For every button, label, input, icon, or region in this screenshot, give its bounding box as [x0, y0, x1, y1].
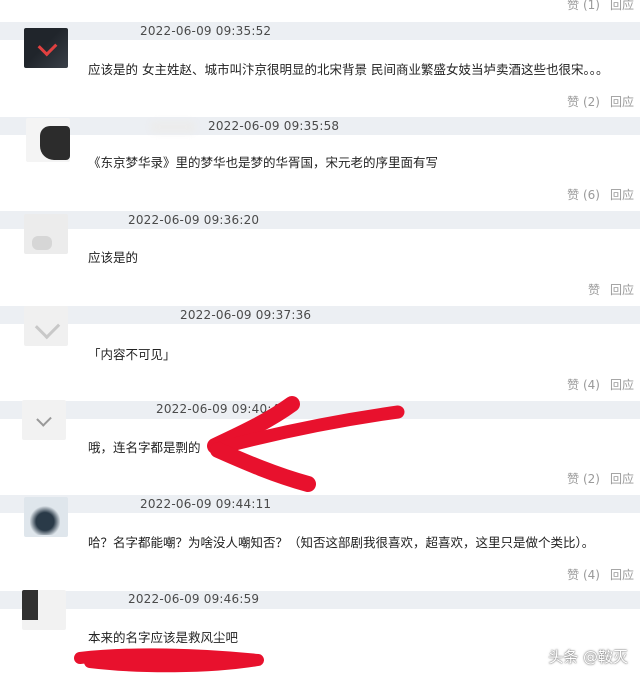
comment-timestamp: 2022-06-09 09:37:36	[180, 308, 312, 322]
comment-header-bar	[0, 306, 640, 324]
comment-text: 哦，连名字都是剽的	[88, 440, 201, 455]
comment-text: 《东京梦华录》里的梦华也是梦的华胥国，宋元老的序里面有写	[88, 155, 439, 170]
red-annotation-layer	[74, 396, 405, 673]
comment-text: 应该是的 女主姓赵、城市叫汴京很明显的北宋背景 民间商业繁盛女妓当垆卖酒这些也很…	[88, 62, 609, 77]
watermark: 头条 @鞍灭	[548, 648, 628, 666]
reply-button[interactable]: 回应	[610, 472, 634, 486]
comment-text: 「内容不可见」	[88, 347, 176, 362]
red-underline-annotation	[74, 648, 264, 673]
comment-actions: 赞 (4) 回应	[563, 376, 634, 393]
reply-button[interactable]: 回应	[610, 188, 634, 202]
avatar[interactable]	[26, 118, 70, 162]
avatar[interactable]	[24, 214, 68, 254]
comment-header-bar	[0, 22, 640, 40]
avatar-image-icon	[30, 505, 60, 535]
red-arrow-annotation	[210, 442, 316, 492]
avatar[interactable]	[22, 400, 66, 440]
avatar[interactable]	[22, 590, 66, 630]
avatar-image-icon	[22, 590, 38, 620]
comment-text: 哈？名字都能嘲？为啥没人嘲知否？（知否这部剧我很喜欢，超喜欢，这里只是做个类比）…	[88, 535, 595, 550]
avatar-image-icon	[36, 411, 52, 427]
avatar[interactable]	[24, 306, 68, 346]
prev-comment-actions: 赞 (1) 回应	[563, 0, 634, 13]
top-action-bar	[0, 0, 640, 8]
like-button[interactable]: 赞 (6)	[567, 188, 600, 202]
like-button[interactable]: 赞 (2)	[567, 472, 600, 486]
like-button[interactable]: 赞 (4)	[567, 378, 600, 392]
comment-timestamp: 2022-06-09 09:36:20	[128, 213, 260, 227]
comment-actions: 赞 (2) 回应	[563, 93, 634, 110]
comment-timestamp: 2022-06-09 09:46:59	[128, 592, 260, 606]
like-button[interactable]: 赞 (1)	[567, 0, 600, 12]
avatar-image-icon	[40, 126, 70, 160]
avatar[interactable]	[24, 497, 68, 537]
reply-button[interactable]: 回应	[610, 568, 634, 582]
comment-text: 本来的名字应该是救风尘吧	[88, 630, 239, 645]
comment-actions: 赞 (6) 回应	[563, 186, 634, 203]
comment-actions: 赞回应	[584, 281, 634, 298]
comment-actions: 赞 (4) 回应	[563, 566, 634, 583]
comment-header-bar	[0, 211, 640, 229]
comment-timestamp: 2022-06-09 09:35:58	[208, 119, 340, 133]
like-button[interactable]: 赞 (4)	[567, 568, 600, 582]
comment-timestamp: 2022-06-09 09:40:46	[156, 402, 288, 416]
avatar-image-icon	[32, 236, 52, 250]
redacted-username	[150, 121, 196, 133]
reply-button[interactable]: 回应	[610, 378, 634, 392]
comment-header-bar	[0, 495, 640, 513]
comment-header-bar	[0, 401, 640, 419]
like-button[interactable]: 赞	[588, 283, 600, 297]
comment-header-bar	[0, 591, 640, 609]
comment-timestamp: 2022-06-09 09:44:11	[140, 497, 272, 511]
reply-button[interactable]: 回应	[610, 283, 634, 297]
comment-text: 应该是的	[88, 250, 139, 265]
like-button[interactable]: 赞 (2)	[567, 95, 600, 109]
comment-actions: 赞 (2) 回应	[563, 470, 634, 487]
avatar-image-icon	[34, 313, 61, 340]
reply-button[interactable]: 回应	[610, 0, 634, 12]
reply-button[interactable]: 回应	[610, 95, 634, 109]
avatar[interactable]	[24, 28, 68, 68]
comment-timestamp: 2022-06-09 09:35:52	[140, 24, 272, 38]
